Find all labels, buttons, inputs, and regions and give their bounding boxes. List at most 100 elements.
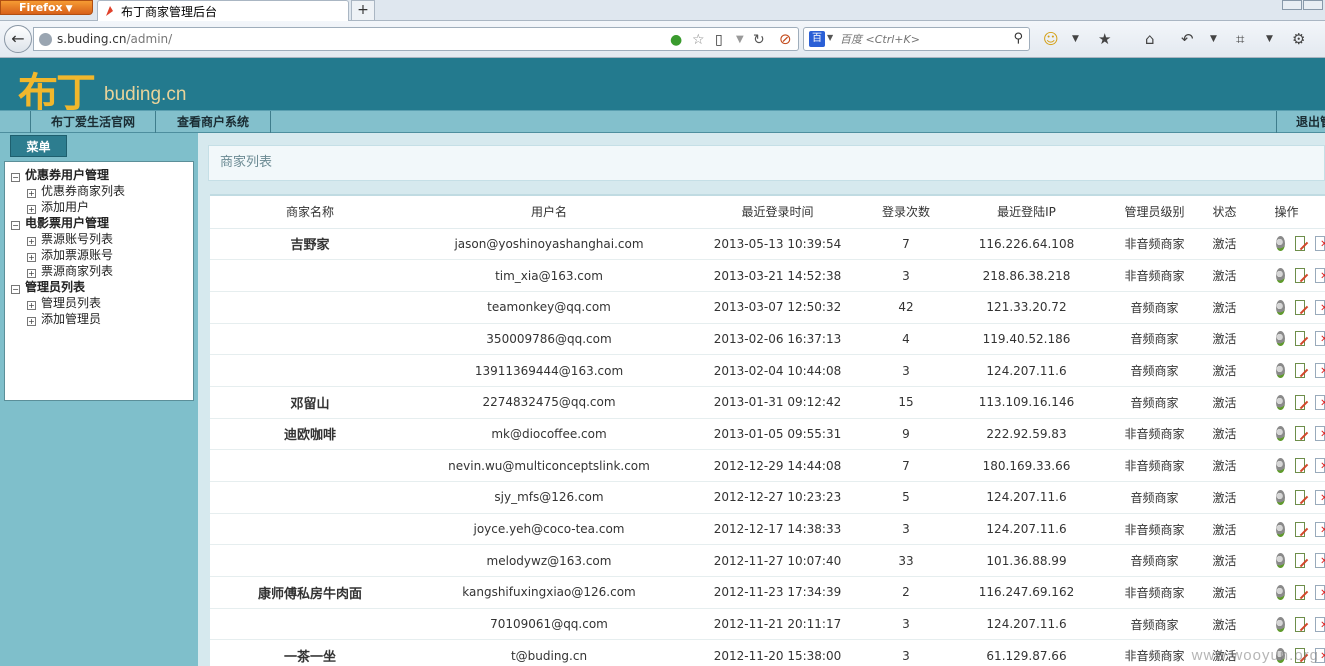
new-tab-button[interactable]: +: [351, 0, 375, 21]
actions-cell: [1248, 608, 1325, 641]
baidu-search-engine-icon[interactable]: 百: [809, 31, 825, 47]
edit-icon[interactable]: [1295, 616, 1306, 632]
smiley-addon-icon[interactable]: ☺: [1043, 30, 1059, 48]
edit-icon[interactable]: [1295, 458, 1306, 474]
edit-icon[interactable]: [1295, 553, 1306, 569]
edit-icon[interactable]: [1295, 236, 1306, 252]
edit-icon[interactable]: [1295, 331, 1306, 347]
browser-tab-active[interactable]: 布丁商家管理后台: [97, 0, 349, 21]
delete-icon[interactable]: [1315, 521, 1325, 537]
bookmarks-icon[interactable]: ★: [1098, 30, 1111, 48]
go-arrow-icon[interactable]: ●: [670, 32, 682, 48]
row-actions: [1248, 584, 1325, 600]
actions-cell: [1248, 449, 1325, 482]
chevron-down-icon[interactable]: ▼: [1072, 34, 1079, 44]
settings-icon[interactable]: [1276, 331, 1286, 347]
chevron-down-icon[interactable]: ▼: [1210, 34, 1217, 44]
last-login-ip-cell: 101.36.88.99: [945, 544, 1108, 578]
nav-buding-home[interactable]: 布丁爱生活官网: [30, 111, 156, 133]
edit-icon[interactable]: [1295, 584, 1306, 600]
settings-icon[interactable]: [1276, 521, 1286, 537]
menu-group-movie[interactable]: − 电影票用户管理: [11, 215, 193, 231]
menu-item-ticket-merchants[interactable]: + 票源商家列表: [11, 263, 193, 279]
menu-group-admins[interactable]: − 管理员列表: [11, 279, 193, 295]
delete-icon[interactable]: [1315, 458, 1325, 474]
collapse-icon[interactable]: −: [11, 173, 20, 182]
merchant-name-cell: 吉野家: [210, 228, 410, 261]
home-icon[interactable]: ⌂: [1145, 30, 1155, 48]
delete-icon[interactable]: [1315, 553, 1325, 569]
status-cell: 激活: [1201, 354, 1248, 387]
delete-icon[interactable]: [1315, 584, 1325, 600]
undo-icon[interactable]: ↶: [1181, 30, 1194, 48]
addon-block-icon[interactable]: ⊘: [779, 30, 792, 48]
chevron-down-icon[interactable]: ▼: [827, 33, 833, 42]
delete-icon[interactable]: [1315, 426, 1325, 442]
menu-item-admin-list[interactable]: + 管理员列表: [11, 295, 193, 311]
maximize-window-button[interactable]: [1303, 0, 1323, 10]
url-bar[interactable]: s.buding.cn/admin/ ● ☆ ▯ ▼ ↻: [33, 27, 799, 51]
collapse-icon[interactable]: −: [11, 221, 20, 230]
delete-icon[interactable]: [1315, 236, 1325, 252]
menu-group-coupon[interactable]: − 优惠券用户管理: [11, 167, 193, 183]
expand-icon: +: [27, 269, 36, 278]
edit-icon[interactable]: [1295, 363, 1306, 379]
last-login-time-cell: 2013-02-06 16:37:13: [688, 323, 867, 356]
delete-icon[interactable]: [1315, 331, 1325, 347]
delete-icon[interactable]: [1315, 299, 1325, 315]
minimize-window-button[interactable]: [1282, 0, 1302, 10]
chevron-down-icon[interactable]: ▼: [1266, 34, 1273, 44]
delete-icon[interactable]: [1315, 268, 1325, 284]
last-login-time-cell: 2012-11-20 15:38:00: [688, 639, 867, 666]
edit-icon[interactable]: [1295, 268, 1306, 284]
logout-link[interactable]: 退出管: [1276, 111, 1325, 133]
last-login-time-cell: 2012-11-23 17:34:39: [688, 576, 867, 609]
delete-icon[interactable]: [1315, 616, 1325, 632]
extension-icon[interactable]: ⚙: [1292, 30, 1305, 48]
table-row: tim_xia@163.com 2013-03-21 14:52:38 3 218.8…: [210, 259, 1325, 292]
menu-item-ticket-accounts[interactable]: + 票源账号列表: [11, 231, 193, 247]
settings-icon[interactable]: [1276, 268, 1286, 284]
settings-icon[interactable]: [1276, 584, 1286, 600]
settings-icon[interactable]: [1276, 299, 1286, 315]
nav-merchant-system[interactable]: 查看商户系统: [155, 111, 271, 133]
edit-icon[interactable]: [1295, 394, 1306, 410]
edit-icon[interactable]: [1295, 489, 1306, 505]
menu-item-add-ticket-account[interactable]: + 添加票源账号: [11, 247, 193, 263]
bookmark-star-icon[interactable]: ☆: [692, 32, 705, 48]
menu-item-add-admin[interactable]: + 添加管理员: [11, 311, 193, 327]
settings-icon[interactable]: [1276, 236, 1286, 252]
crop-icon[interactable]: ⌗: [1236, 30, 1244, 48]
search-input[interactable]: [840, 31, 1005, 47]
table-row: joyce.yeh@coco-tea.com 2012-12-17 14:38:3…: [210, 513, 1325, 546]
firefox-menu-button[interactable]: Firefox ▼: [0, 0, 93, 15]
back-arrow-icon[interactable]: ←: [4, 25, 32, 53]
search-bar: 百 ▼ ⚲: [803, 27, 1030, 51]
collapse-icon[interactable]: −: [11, 285, 20, 294]
settings-icon[interactable]: [1276, 489, 1286, 505]
menu-item-add-user[interactable]: + 添加用户: [11, 199, 193, 215]
settings-icon[interactable]: [1276, 553, 1286, 569]
menu-panel: − 优惠券用户管理 + 优惠券商家列表 + 添加用户 − 电影票用户管理 + 票源账号列表…: [4, 161, 194, 401]
menu-item-coupon-merchants[interactable]: + 优惠券商家列表: [11, 183, 193, 199]
edit-icon[interactable]: [1295, 521, 1306, 537]
settings-icon[interactable]: [1276, 363, 1286, 379]
settings-icon[interactable]: [1276, 426, 1286, 442]
delete-icon[interactable]: [1315, 363, 1325, 379]
menu-tab[interactable]: 菜单: [10, 135, 67, 157]
row-actions: [1248, 236, 1325, 252]
edit-icon[interactable]: [1295, 299, 1306, 315]
search-icon[interactable]: ⚲: [1013, 31, 1023, 46]
edit-icon[interactable]: [1295, 426, 1306, 442]
delete-icon[interactable]: [1315, 394, 1325, 410]
expand-icon: +: [27, 253, 36, 262]
delete-icon[interactable]: [1315, 489, 1325, 505]
table-row: 13911369444@163.com 2013-02-04 10:44:08 3 1…: [210, 354, 1325, 387]
row-actions: [1248, 426, 1325, 442]
settings-icon[interactable]: [1276, 394, 1286, 410]
settings-icon[interactable]: [1276, 458, 1286, 474]
reload-icon[interactable]: ↻: [753, 32, 765, 48]
dropdown-icon[interactable]: ▼: [736, 34, 744, 45]
settings-icon[interactable]: [1276, 616, 1286, 632]
mobile-icon[interactable]: ▯: [715, 32, 723, 48]
